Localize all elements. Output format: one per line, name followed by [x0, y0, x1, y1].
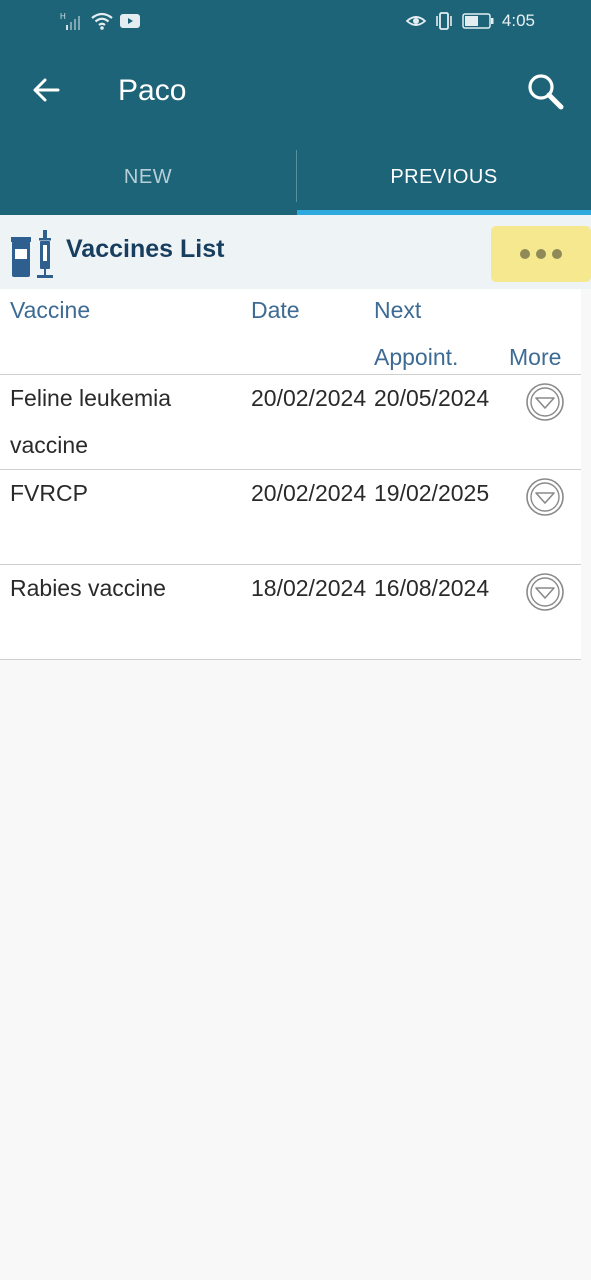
next-appointment: 16/08/2024 — [374, 575, 490, 601]
header-more: More — [509, 344, 562, 370]
table-header: Vaccine Date Next Appoint. More — [0, 289, 581, 375]
vaccine-date: 20/02/2024 — [251, 385, 367, 411]
battery-icon — [462, 13, 494, 29]
dot-icon — [536, 249, 546, 259]
status-time: 4:05 — [501, 11, 535, 30]
vaccine-name: Feline leukemia vaccine — [10, 385, 172, 458]
vaccine-name: FVRCP — [10, 480, 88, 506]
status-right-icons: 4:05 — [405, 11, 535, 31]
app-bar: H 4:05 Paco NEW PREVIOUS — [0, 0, 591, 215]
tab-previous[interactable]: PREVIOUS — [297, 140, 591, 215]
vaccines-table: Vaccine Date Next Appoint. More Feline l… — [0, 289, 591, 660]
next-appointment: 20/05/2024 — [374, 385, 490, 411]
search-button[interactable] — [522, 68, 568, 114]
tab-new[interactable]: NEW — [0, 140, 296, 215]
tab-bar: NEW PREVIOUS — [0, 140, 591, 215]
expand-more-icon[interactable] — [525, 572, 565, 612]
table-row: Feline leukemia vaccine 20/02/2024 20/05… — [0, 375, 581, 470]
youtube-icon — [120, 14, 140, 28]
table-row: Rabies vaccine 18/02/2024 16/08/2024 — [0, 565, 581, 660]
expand-more-icon[interactable] — [525, 382, 565, 422]
page-title: Paco — [118, 74, 187, 107]
svg-text:H: H — [60, 12, 66, 21]
header-date: Date — [251, 297, 300, 323]
vaccine-date: 20/02/2024 — [251, 480, 367, 506]
expand-more-icon[interactable] — [525, 477, 565, 517]
more-options-button[interactable] — [491, 226, 591, 282]
arrow-left-icon — [33, 78, 60, 102]
signal-icon: H — [60, 12, 80, 30]
header-vaccine: Vaccine — [10, 297, 91, 323]
search-icon — [528, 74, 564, 110]
header-appoint: Appoint. — [374, 344, 459, 370]
table-row: FVRCP 20/02/2024 19/02/2025 — [0, 470, 581, 565]
vaccine-icon — [11, 230, 53, 278]
back-button[interactable] — [26, 70, 66, 110]
wifi-icon — [91, 12, 113, 30]
section-title: Vaccines List — [66, 235, 225, 263]
status-bar: H 4:05 — [0, 0, 591, 46]
next-appointment: 19/02/2025 — [374, 480, 490, 506]
vaccine-name: Rabies vaccine — [10, 575, 166, 601]
status-left-icons: H — [60, 11, 140, 31]
dot-icon — [520, 249, 530, 259]
vibrate-icon — [436, 12, 452, 30]
vaccine-date: 18/02/2024 — [251, 575, 367, 601]
eye-icon — [405, 16, 426, 26]
header-next: Next — [374, 297, 422, 323]
dot-icon — [552, 249, 562, 259]
vaccines-list-header: Vaccines List — [0, 215, 591, 289]
